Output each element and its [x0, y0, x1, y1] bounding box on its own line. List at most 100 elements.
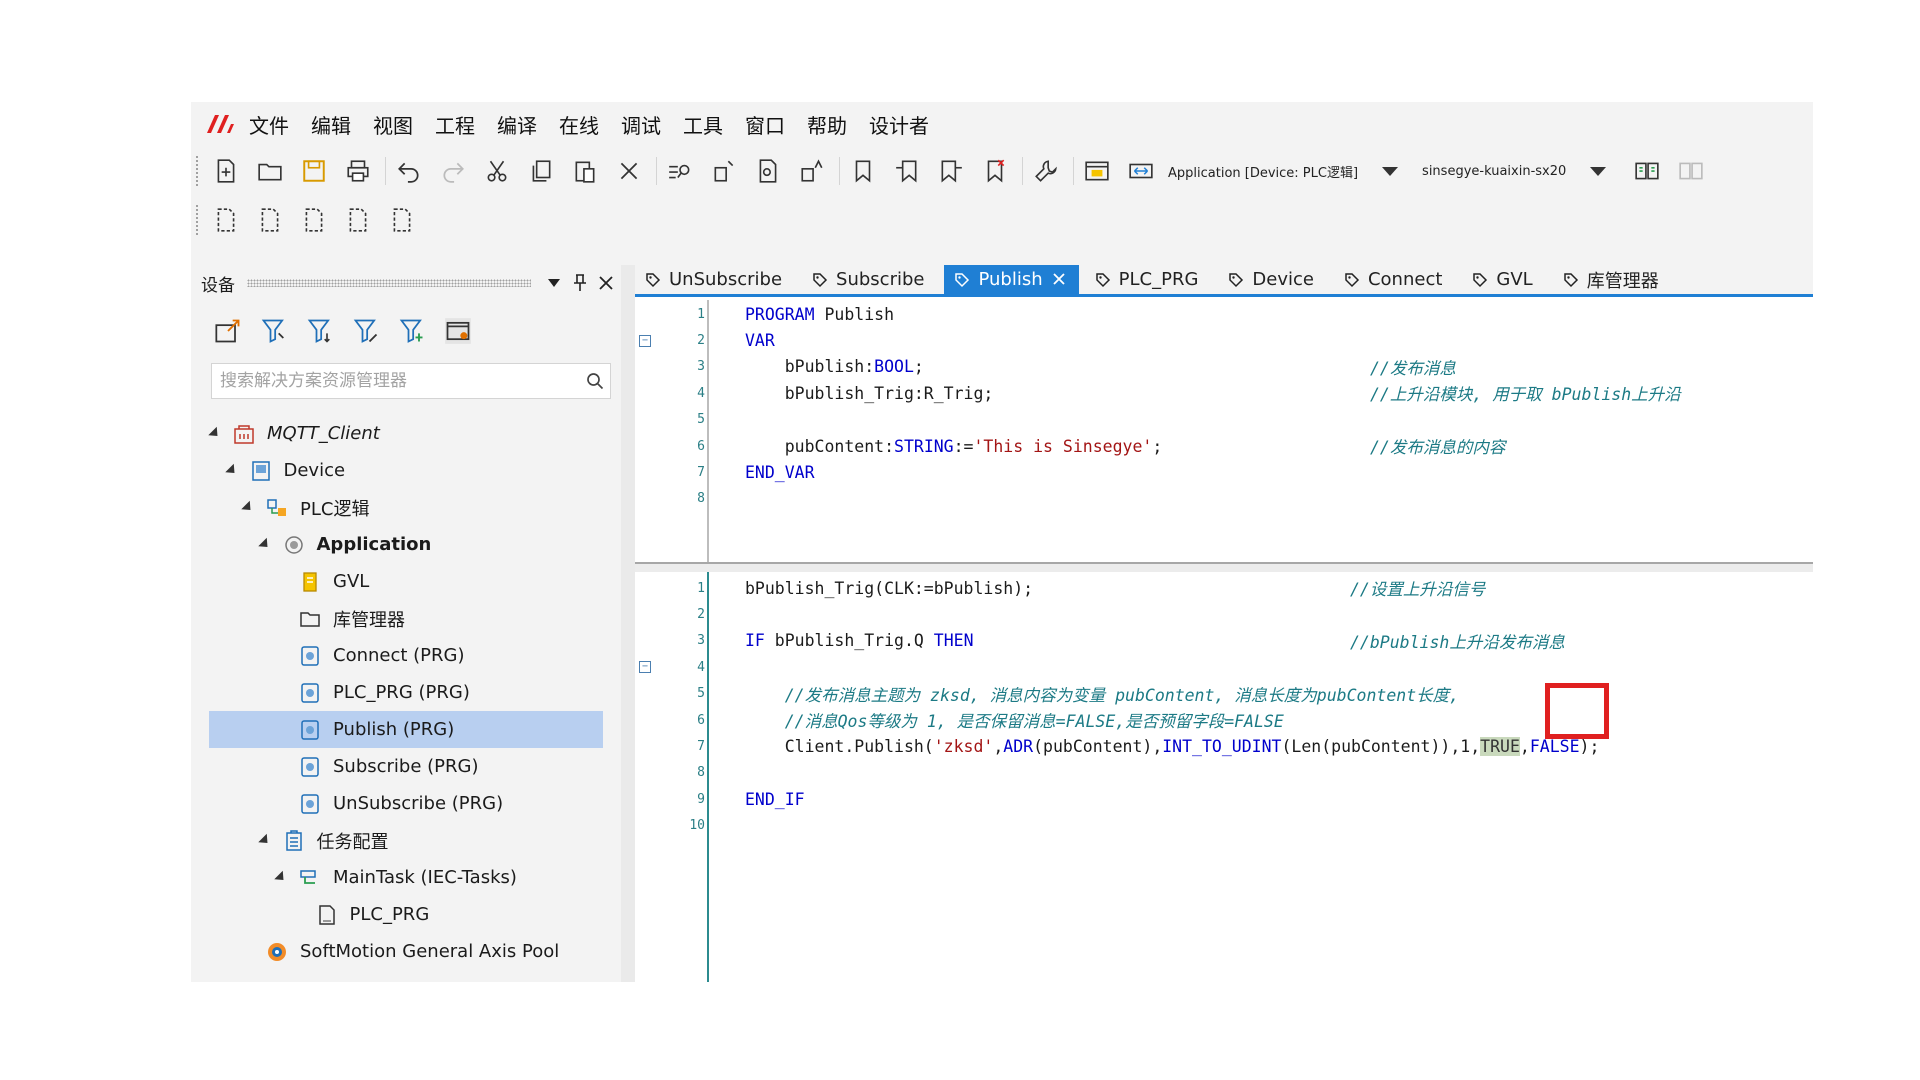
code-line[interactable]: 6 //消息Qos等级为 1, 是否保留消息=FALSE,是否预留字段=FALS…: [635, 707, 1813, 733]
split-view-icon[interactable]: [1630, 154, 1664, 188]
search-icon[interactable]: [580, 372, 610, 390]
replace-icon[interactable]: [795, 154, 829, 188]
page-icon-1[interactable]: [209, 203, 243, 237]
paste-icon[interactable]: [568, 154, 602, 188]
code-line[interactable]: 5 //发布消息主题为 zksd, 消息内容为变量 pubContent, 消息…: [635, 681, 1813, 707]
application-selector[interactable]: Application [Device: PLC逻辑]: [1168, 162, 1399, 181]
page-icon-3[interactable]: [297, 203, 331, 237]
search-input[interactable]: [212, 364, 580, 398]
code-line[interactable]: 1 bPublish_Trig(CLK:=bPublish); //设置上升沿信号: [635, 575, 1813, 601]
tree-item[interactable]: PLC_PRG: [191, 896, 621, 933]
browser-icon[interactable]: [1080, 154, 1114, 188]
tree-item[interactable]: Connect (PRG): [191, 637, 621, 674]
panel-menu-icon[interactable]: [543, 272, 565, 294]
copy-icon[interactable]: [524, 154, 558, 188]
page-icon-5[interactable]: [385, 203, 419, 237]
code-line[interactable]: 7 Client.Publish('zksd',ADR(pubContent),…: [635, 733, 1813, 759]
editor-tab[interactable]: Connect: [1334, 265, 1456, 294]
wrench-icon[interactable]: [1029, 154, 1063, 188]
device-selector[interactable]: sinsegye-kuaixin-sx20: [1422, 164, 1607, 179]
editor-tab[interactable]: Subscribe: [802, 265, 938, 294]
code-line[interactable]: − 2 VAR: [635, 327, 1813, 353]
chevron-down-icon[interactable]: [1590, 166, 1607, 176]
find-icon[interactable]: [663, 154, 697, 188]
resize-icon[interactable]: [1124, 154, 1158, 188]
export-icon[interactable]: [211, 314, 245, 348]
menu-project[interactable]: 工程: [435, 110, 475, 139]
editor-tab[interactable]: Device: [1218, 265, 1328, 294]
print-icon[interactable]: [341, 154, 375, 188]
code-line[interactable]: 7 END_VAR: [635, 459, 1813, 485]
expand-arrow-icon[interactable]: [208, 426, 222, 441]
filter-sort-icon[interactable]: [303, 314, 337, 348]
code-line[interactable]: −4: [635, 654, 1813, 680]
fold-toggle-icon[interactable]: −: [639, 661, 651, 674]
close-icon[interactable]: [1053, 269, 1065, 290]
find-replace-icon[interactable]: [707, 154, 741, 188]
menu-edit[interactable]: 编辑: [311, 110, 351, 139]
pin-icon[interactable]: [569, 272, 591, 294]
code-line[interactable]: 1 PROGRAM Publish: [635, 301, 1813, 327]
implementation-pane[interactable]: 1 bPublish_Trig(CLK:=bPublish); //设置上升沿信号 2…: [635, 572, 1813, 982]
next-bookmark-icon[interactable]: [934, 154, 968, 188]
menu-window[interactable]: 窗口: [745, 110, 785, 139]
clear-bookmark-icon[interactable]: [978, 154, 1012, 188]
menu-designer[interactable]: 设计者: [869, 110, 929, 139]
expand-arrow-icon[interactable]: [274, 870, 288, 885]
panel-splitter[interactable]: [621, 265, 635, 982]
code-line[interactable]: 8: [635, 486, 1813, 512]
tree-item[interactable]: Device: [191, 452, 621, 489]
tree-item[interactable]: 任务配置: [191, 822, 621, 859]
code-line[interactable]: 10: [635, 813, 1813, 839]
tree-item[interactable]: Publish (PRG): [209, 711, 603, 748]
panel-drag-handle[interactable]: [247, 279, 531, 287]
find-in-files-icon[interactable]: [751, 154, 785, 188]
pane-splitter[interactable]: [635, 562, 1813, 572]
editor-tab[interactable]: Publish: [944, 265, 1079, 294]
menu-online[interactable]: 在线: [559, 110, 599, 139]
tree-item[interactable]: MQTT_Client: [191, 415, 621, 452]
properties-icon[interactable]: [441, 314, 475, 348]
delete-icon[interactable]: [612, 154, 646, 188]
code-line[interactable]: 9 END_IF: [635, 786, 1813, 812]
tree-item[interactable]: Application: [191, 526, 621, 563]
page-icon-4[interactable]: [341, 203, 375, 237]
filter-icon[interactable]: [257, 314, 291, 348]
tree-item[interactable]: PLC逻辑: [191, 489, 621, 526]
fold-toggle-icon[interactable]: −: [639, 334, 651, 347]
tree-item[interactable]: MainTask (IEC-Tasks): [191, 859, 621, 896]
expand-arrow-icon[interactable]: [257, 537, 272, 552]
menu-debug[interactable]: 调试: [621, 110, 661, 139]
close-icon[interactable]: [595, 272, 617, 294]
editor-tab[interactable]: UnSubscribe: [635, 265, 796, 294]
page-icon-2[interactable]: [253, 203, 287, 237]
code-line[interactable]: 6 pubContent:STRING:='This is Sinsegye';…: [635, 433, 1813, 459]
new-file-icon[interactable]: [209, 154, 243, 188]
toolbar-grip[interactable]: [195, 204, 199, 236]
tree-item[interactable]: PLC_PRG (PRG): [191, 674, 621, 711]
menu-file[interactable]: 文件: [249, 110, 289, 139]
expand-arrow-icon[interactable]: [241, 500, 255, 515]
tree-item[interactable]: UnSubscribe (PRG): [191, 785, 621, 822]
redo-icon[interactable]: [436, 154, 470, 188]
chevron-down-icon[interactable]: [1382, 166, 1399, 176]
menu-view[interactable]: 视图: [373, 110, 413, 139]
code-line[interactable]: 3 IF bPublish_Trig.Q THEN //bPublish上升沿发布消…: [635, 628, 1813, 654]
code-line[interactable]: 5: [635, 407, 1813, 433]
menu-tools[interactable]: 工具: [683, 110, 723, 139]
menu-help[interactable]: 帮助: [807, 110, 847, 139]
expand-arrow-icon[interactable]: [224, 463, 239, 478]
tree-item[interactable]: SoftMotion General Axis Pool: [191, 933, 621, 970]
bookmark-icon[interactable]: [846, 154, 880, 188]
tree-item[interactable]: GVL: [191, 563, 621, 600]
menu-build[interactable]: 编译: [497, 110, 537, 139]
cut-icon[interactable]: [480, 154, 514, 188]
editor-tab[interactable]: 库管理器: [1553, 265, 1673, 294]
undo-icon[interactable]: [392, 154, 426, 188]
compare-view-icon[interactable]: [1674, 154, 1708, 188]
code-line[interactable]: 4 bPublish_Trig:R_Trig; //上升沿模块, 用于取 bPub…: [635, 380, 1813, 406]
filter-edit-icon[interactable]: [349, 314, 383, 348]
prev-bookmark-icon[interactable]: [890, 154, 924, 188]
editor-tab[interactable]: PLC_PRG: [1085, 265, 1213, 294]
toolbar-grip[interactable]: [195, 155, 199, 187]
